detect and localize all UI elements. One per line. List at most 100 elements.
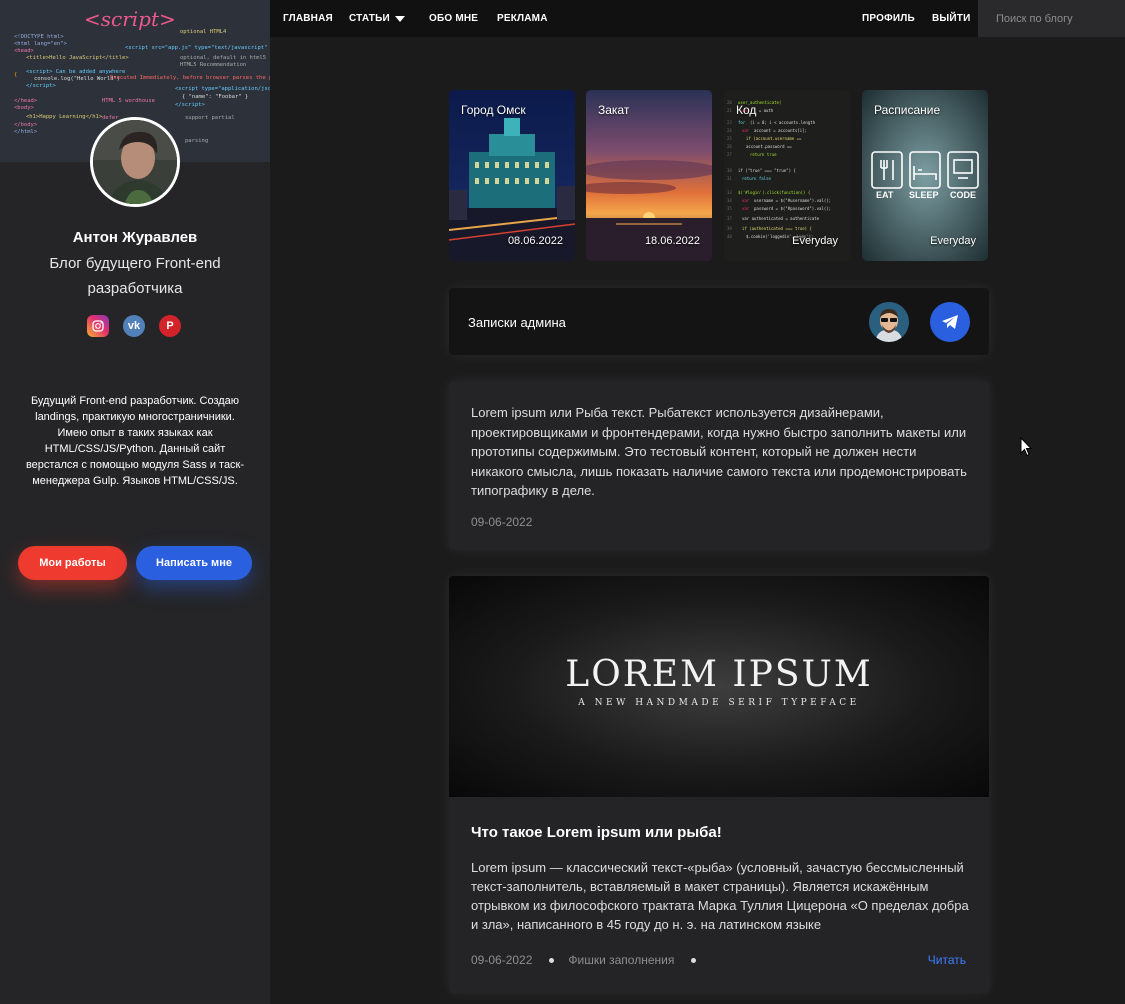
schedule-label-sleep: SLEEP bbox=[909, 190, 939, 200]
svg-text:support partial: support partial bbox=[185, 115, 235, 121]
svg-text:</body>: </body> bbox=[14, 122, 38, 128]
svg-text:25: 25 bbox=[727, 136, 732, 141]
svg-text:var: var bbox=[742, 128, 750, 133]
post-date: 09-06-2022 bbox=[471, 515, 533, 529]
nav-ads[interactable]: РЕКЛАМА bbox=[497, 13, 548, 24]
telegram-icon[interactable] bbox=[930, 302, 970, 342]
svg-text:35: 35 bbox=[727, 206, 732, 211]
svg-text:var: var bbox=[742, 206, 750, 211]
my-works-button[interactable]: Мои работы bbox=[18, 546, 127, 580]
post-image[interactable]: LOREM IPSUM A NEW HANDMADE SERIF TYPEFAC… bbox=[449, 576, 989, 797]
story-date: Everyday bbox=[930, 235, 976, 247]
svg-text:(i = 0; i < accounts.length: (i = 0; i < accounts.length bbox=[750, 120, 816, 125]
schedule-label-code: CODE bbox=[950, 190, 977, 200]
vk-icon[interactable]: vk bbox=[123, 315, 145, 337]
story-date: Everyday bbox=[792, 235, 838, 247]
svg-text:<script src="app.js" type="tex: <script src="app.js" type="text/javascri… bbox=[125, 45, 270, 51]
svg-text:</html>: </html> bbox=[14, 129, 38, 135]
svg-text:27: 27 bbox=[727, 152, 732, 157]
post-image-title: LOREM IPSUM bbox=[565, 654, 873, 695]
nav-logout[interactable]: ВЫЙТИ bbox=[932, 13, 971, 24]
post-text: Lorem ipsum — классический текст-«рыба» … bbox=[471, 860, 969, 932]
social-links: vk P bbox=[87, 315, 181, 337]
svg-text:<head>: <head> bbox=[14, 48, 35, 54]
post-card: Lorem ipsum или Рыба текст. Рыбатекст ис… bbox=[449, 381, 989, 550]
svg-text:<body>: <body> bbox=[14, 105, 35, 111]
admin-notes-bar: Записки админа bbox=[449, 288, 989, 355]
read-link[interactable]: Читать bbox=[928, 953, 966, 967]
search-input[interactable] bbox=[978, 0, 1125, 37]
svg-text:<script type="application/json: <script type="application/json"> bbox=[175, 86, 270, 92]
svg-text:{: { bbox=[14, 72, 17, 78]
story-schedule[interactable]: Расписание EAT SLEEP CODE Everyday bbox=[862, 90, 988, 261]
avatar[interactable] bbox=[90, 117, 180, 207]
schedule-label-eat: EAT bbox=[876, 190, 894, 200]
svg-text:HTML5 Recommendation: HTML5 Recommendation bbox=[180, 62, 246, 68]
svg-text:account = accounts[i];: account = accounts[i]; bbox=[754, 128, 807, 133]
story-omsk[interactable]: Город Омск 08.06.2022 bbox=[449, 90, 575, 261]
svg-text:</script>: </script> bbox=[175, 102, 205, 108]
sidebar: <script> <!DOCTYPE html> <html lang="en"… bbox=[0, 0, 270, 1004]
svg-text:Executed Immediately, before b: Executed Immediately, before browser par… bbox=[110, 75, 270, 81]
svg-text:{ "name": "Foobar" }: { "name": "Foobar" } bbox=[182, 94, 248, 100]
nav-articles[interactable]: СТАТЬИ bbox=[349, 13, 390, 24]
story-title: Код bbox=[736, 103, 757, 117]
svg-text:for: for bbox=[738, 120, 746, 125]
write-me-button[interactable]: Написать мне bbox=[136, 546, 252, 580]
story-date: 08.06.2022 bbox=[507, 235, 563, 247]
admin-notes-title: Записки админа bbox=[468, 315, 566, 330]
story-code[interactable]: 20 user_authenticate( 21 var _ = auth 23 for… bbox=[724, 90, 850, 261]
story-title: Город Омск bbox=[461, 103, 526, 117]
pinterest-icon[interactable]: P bbox=[159, 315, 181, 337]
svg-text:return false: return false bbox=[742, 176, 771, 181]
svg-text:31: 31 bbox=[727, 176, 732, 181]
svg-text:if (account.username ==: if (account.username == bbox=[746, 136, 802, 141]
story-title: Закат bbox=[598, 103, 630, 117]
svg-text:37: 37 bbox=[727, 216, 732, 221]
post-text: Lorem ipsum или Рыба текст. Рыбатекст ис… bbox=[471, 405, 967, 498]
nav-main[interactable]: ГЛАВНАЯ bbox=[283, 13, 333, 24]
svg-text:34: 34 bbox=[727, 198, 732, 203]
svg-text:23: 23 bbox=[727, 120, 732, 125]
post-category[interactable]: Фишки заполнения bbox=[568, 953, 674, 967]
svg-text:39: 39 bbox=[727, 226, 732, 231]
svg-text:if (authenticated === true) {: if (authenticated === true) { bbox=[742, 226, 812, 231]
chevron-down-icon[interactable] bbox=[395, 16, 405, 22]
svg-text:<h1>Happy Learning</h1>: <h1>Happy Learning</h1> bbox=[26, 114, 103, 120]
blog-subtitle: Блог будущего Front-end разработчика bbox=[49, 255, 221, 297]
svg-text:var: var bbox=[742, 198, 750, 203]
svg-text:password = $("#password").val(: password = $("#password").val(); bbox=[754, 206, 831, 211]
nav-profile[interactable]: ПРОФИЛЬ bbox=[862, 13, 915, 24]
svg-text:20: 20 bbox=[727, 100, 732, 105]
svg-text:_ = auth: _ = auth bbox=[754, 108, 774, 113]
svg-text:24: 24 bbox=[727, 128, 732, 133]
story-title: Расписание bbox=[874, 103, 941, 117]
mouse-cursor-icon bbox=[1020, 437, 1032, 457]
svg-text:$('#login').click(function() {: $('#login').click(function() { bbox=[738, 190, 810, 195]
author-name: Антон Журавлев bbox=[72, 229, 198, 246]
svg-text:<title>Hello JavaScript</title: <title>Hello JavaScript</title> bbox=[26, 55, 129, 61]
svg-text:</script>: </script> bbox=[26, 83, 56, 89]
svg-text:21: 21 bbox=[727, 108, 732, 113]
svg-text:return true: return true bbox=[750, 152, 777, 157]
story-sunset[interactable]: Закат 18.06.2022 bbox=[586, 90, 712, 261]
nav-about[interactable]: ОБО МНЕ bbox=[429, 13, 478, 24]
post-title[interactable]: Что такое Lorem ipsum или рыба! bbox=[471, 824, 722, 841]
svg-text:parsing: parsing bbox=[185, 138, 208, 144]
svg-text:account.password ==: account.password == bbox=[746, 144, 792, 149]
svg-text:30: 30 bbox=[727, 168, 732, 173]
svg-text:33: 33 bbox=[727, 190, 732, 195]
post-meta: 09-06-2022 Фишки заполнения bbox=[471, 953, 710, 967]
admin-avatar[interactable] bbox=[869, 302, 909, 342]
svg-text:40: 40 bbox=[727, 234, 732, 239]
separator-dot bbox=[549, 957, 555, 963]
instagram-icon[interactable] bbox=[87, 315, 109, 337]
separator-dot bbox=[691, 957, 697, 963]
cover-script-text: <script> bbox=[84, 7, 176, 31]
svg-text:<!DOCTYPE html>: <!DOCTYPE html> bbox=[14, 34, 64, 40]
svg-text:username = $("#username").val(: username = $("#username").val(); bbox=[754, 198, 831, 203]
svg-text:var authenticated = authentica: var authenticated = authenticate bbox=[742, 216, 820, 221]
svg-text:console.log("Hello World"): console.log("Hello World") bbox=[34, 76, 120, 82]
post-card: LOREM IPSUM A NEW HANDMADE SERIF TYPEFAC… bbox=[449, 576, 989, 993]
post-date: 09-06-2022 bbox=[471, 953, 533, 967]
